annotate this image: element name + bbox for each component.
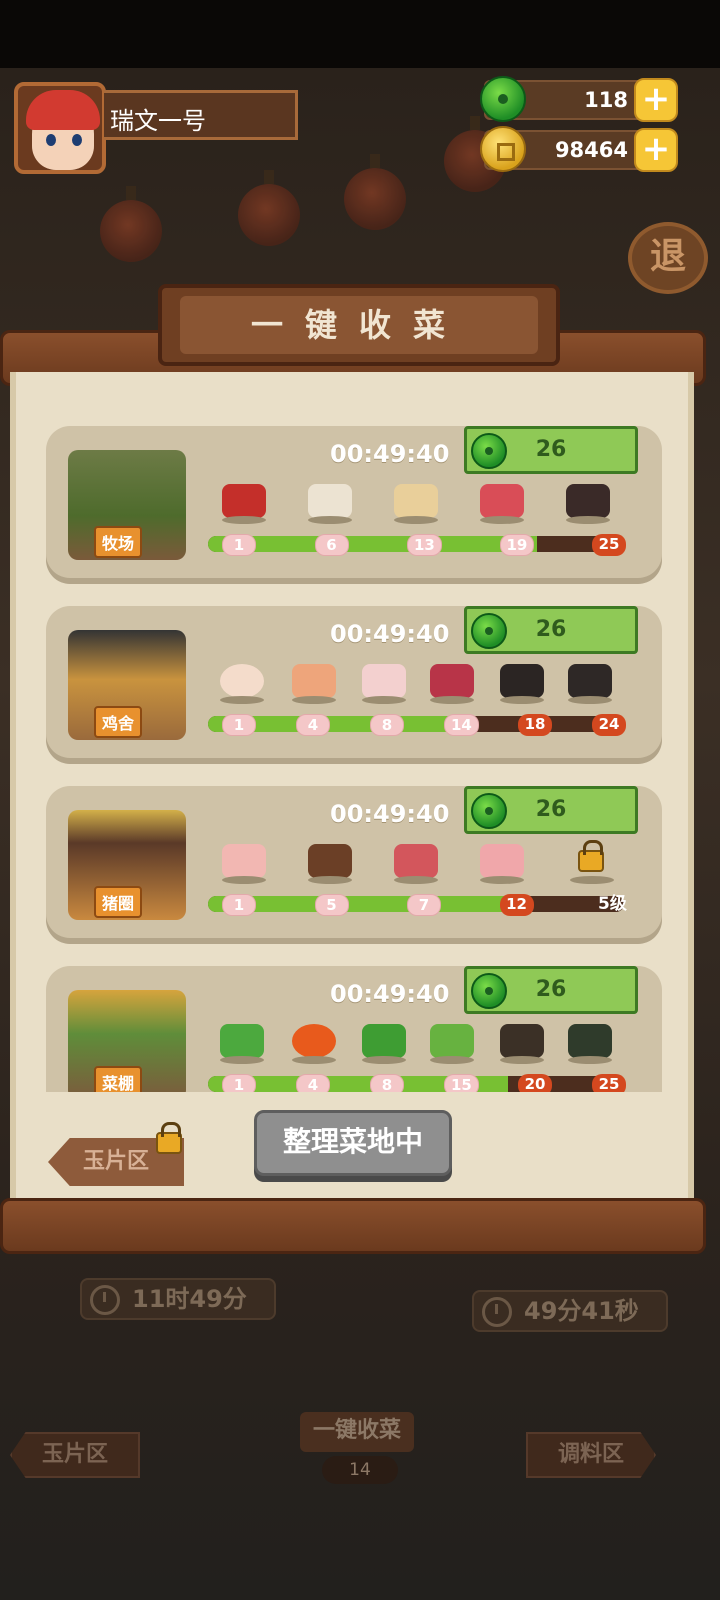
reward-value: 26 bbox=[535, 797, 567, 822]
farm-label: 牧场 bbox=[94, 526, 143, 558]
reward-value: 26 bbox=[535, 437, 567, 462]
milestone-badge: 5级 bbox=[598, 894, 627, 914]
milestone-badge: 8 bbox=[370, 714, 404, 736]
farm-timer: 00:49:40 bbox=[330, 620, 450, 648]
tomato-icon bbox=[292, 1024, 336, 1058]
milestone-badge: 13 bbox=[407, 534, 442, 556]
gold-value: 98464 bbox=[554, 138, 628, 162]
locked-dish-icon bbox=[568, 664, 612, 698]
collect-reward-button[interactable]: 26 bbox=[464, 966, 638, 1014]
farm-card-ranch[interactable]: 牧场 00:49:40 26 1 6 13 19 25 bbox=[46, 426, 662, 578]
farm-label: 猪圈 bbox=[94, 886, 143, 918]
jade-icon bbox=[480, 76, 526, 122]
milk-jar-icon bbox=[308, 484, 352, 518]
farm-label: 鸡舍 bbox=[94, 706, 143, 738]
farm-card-greenhouse[interactable]: 菜棚 00:49:40 26 1 4 8 15 20 25 bbox=[46, 966, 662, 1092]
panel-title: 一键收菜 bbox=[250, 306, 467, 344]
ham-icon bbox=[394, 844, 438, 878]
farm-card-coop[interactable]: 鸡舍 00:49:40 26 1 4 8 14 18 24 bbox=[46, 606, 662, 758]
collect-reward-button[interactable]: 26 bbox=[464, 606, 638, 654]
milestone-badge: 4 bbox=[296, 1074, 330, 1092]
roast-chicken-icon bbox=[430, 664, 474, 698]
milestone-badge: 25 bbox=[592, 1074, 626, 1092]
milestone-badge: 1 bbox=[222, 894, 256, 916]
lantern-icon bbox=[238, 170, 300, 246]
exit-button[interactable]: 退 bbox=[628, 222, 708, 294]
progress-track bbox=[208, 1076, 624, 1092]
player-name: 瑞文一号 bbox=[104, 90, 298, 140]
tab-seasoning-zone[interactable]: 调料区 bbox=[526, 1432, 656, 1478]
harvest-count: 14 bbox=[322, 1456, 398, 1484]
milestone-badge: 24 bbox=[592, 714, 626, 736]
add-jade-button[interactable]: + bbox=[634, 78, 678, 122]
milestone-badge: 1 bbox=[222, 1074, 256, 1092]
jade-value: 118 bbox=[584, 88, 628, 112]
bok-choy-icon bbox=[220, 1024, 264, 1058]
tab-jade-zone[interactable]: 玉片区 bbox=[10, 1432, 140, 1478]
farm-timer: 00:49:40 bbox=[330, 980, 450, 1008]
meat-icon bbox=[222, 484, 266, 518]
milestone-badge: 25 bbox=[592, 534, 626, 556]
right-timer-text: 49分41秒 bbox=[524, 1297, 639, 1325]
braised-pork-icon bbox=[308, 844, 352, 878]
panel-title-plate: 一键收菜 bbox=[158, 284, 560, 366]
left-timer: 11时49分 bbox=[80, 1278, 276, 1320]
player-avatar[interactable] bbox=[14, 82, 106, 174]
clock-icon bbox=[90, 1285, 120, 1315]
collect-reward-button[interactable]: 26 bbox=[464, 786, 638, 834]
gold-coin-icon bbox=[480, 126, 526, 172]
milestone-badge: 14 bbox=[444, 714, 479, 736]
locked-dish-icon bbox=[566, 484, 610, 518]
lantern-icon bbox=[100, 186, 162, 262]
milestone-badge: 8 bbox=[370, 1074, 404, 1092]
milestone-badge: 5 bbox=[314, 894, 349, 916]
farm-label: 菜棚 bbox=[94, 1066, 143, 1092]
milestone-badge: 6 bbox=[314, 534, 349, 556]
cucumber-icon bbox=[430, 1024, 474, 1058]
locked-dish-icon bbox=[500, 664, 544, 698]
one-click-harvest-button[interactable]: 一键收菜 bbox=[300, 1412, 414, 1452]
milestone-badge: 7 bbox=[407, 894, 441, 916]
milestone-badge: 1 bbox=[222, 534, 256, 556]
cheese-plate-icon bbox=[394, 484, 438, 518]
collect-reward-button[interactable]: 26 bbox=[464, 426, 638, 474]
progress-track bbox=[208, 716, 624, 732]
scroll-bottom-rod bbox=[0, 1198, 706, 1254]
pepper-icon bbox=[362, 1024, 406, 1058]
left-timer-text: 11时49分 bbox=[132, 1285, 247, 1313]
reward-value: 26 bbox=[535, 617, 567, 642]
reward-value: 26 bbox=[535, 977, 567, 1002]
milestone-badge: 12 bbox=[499, 894, 534, 916]
chicken-breast-icon bbox=[292, 664, 336, 698]
lock-icon bbox=[578, 840, 604, 872]
egg-icon bbox=[220, 664, 264, 698]
gold-counter: 98464 + bbox=[480, 126, 678, 172]
milestone-badge: 20 bbox=[518, 1074, 552, 1092]
progress-fill bbox=[208, 536, 537, 552]
farm-timer: 00:49:40 bbox=[330, 440, 450, 468]
clock-icon bbox=[482, 1297, 512, 1327]
pork-belly-icon bbox=[222, 844, 266, 878]
farm-card-pigpen[interactable]: 猪圈 00:49:40 26 1 5 7 12 5级 bbox=[46, 786, 662, 938]
lock-icon bbox=[156, 1122, 182, 1154]
lantern-icon bbox=[344, 154, 406, 230]
farm-list[interactable]: 牧场 00:49:40 26 1 6 13 19 25 鸡舍 00:49:40 26 bbox=[46, 426, 662, 1092]
locked-dish-icon bbox=[500, 1024, 544, 1058]
chicken-leg-icon bbox=[362, 664, 406, 698]
bacon-icon bbox=[480, 844, 524, 878]
milestone-badge: 1 bbox=[222, 714, 256, 736]
milestone-badge: 15 bbox=[444, 1074, 479, 1092]
milestone-badge: 4 bbox=[296, 714, 330, 736]
milestone-badge: 18 bbox=[518, 714, 552, 736]
jade-counter: 118 + bbox=[480, 76, 678, 122]
steak-icon bbox=[480, 484, 524, 518]
right-timer: 49分41秒 bbox=[472, 1290, 668, 1332]
milestone-badge: 19 bbox=[499, 534, 535, 556]
farm-timer: 00:49:40 bbox=[330, 800, 450, 828]
add-gold-button[interactable]: + bbox=[634, 128, 678, 172]
organize-fields-button[interactable]: 整理菜地中 bbox=[254, 1110, 452, 1176]
locked-dish-icon bbox=[568, 1024, 612, 1058]
